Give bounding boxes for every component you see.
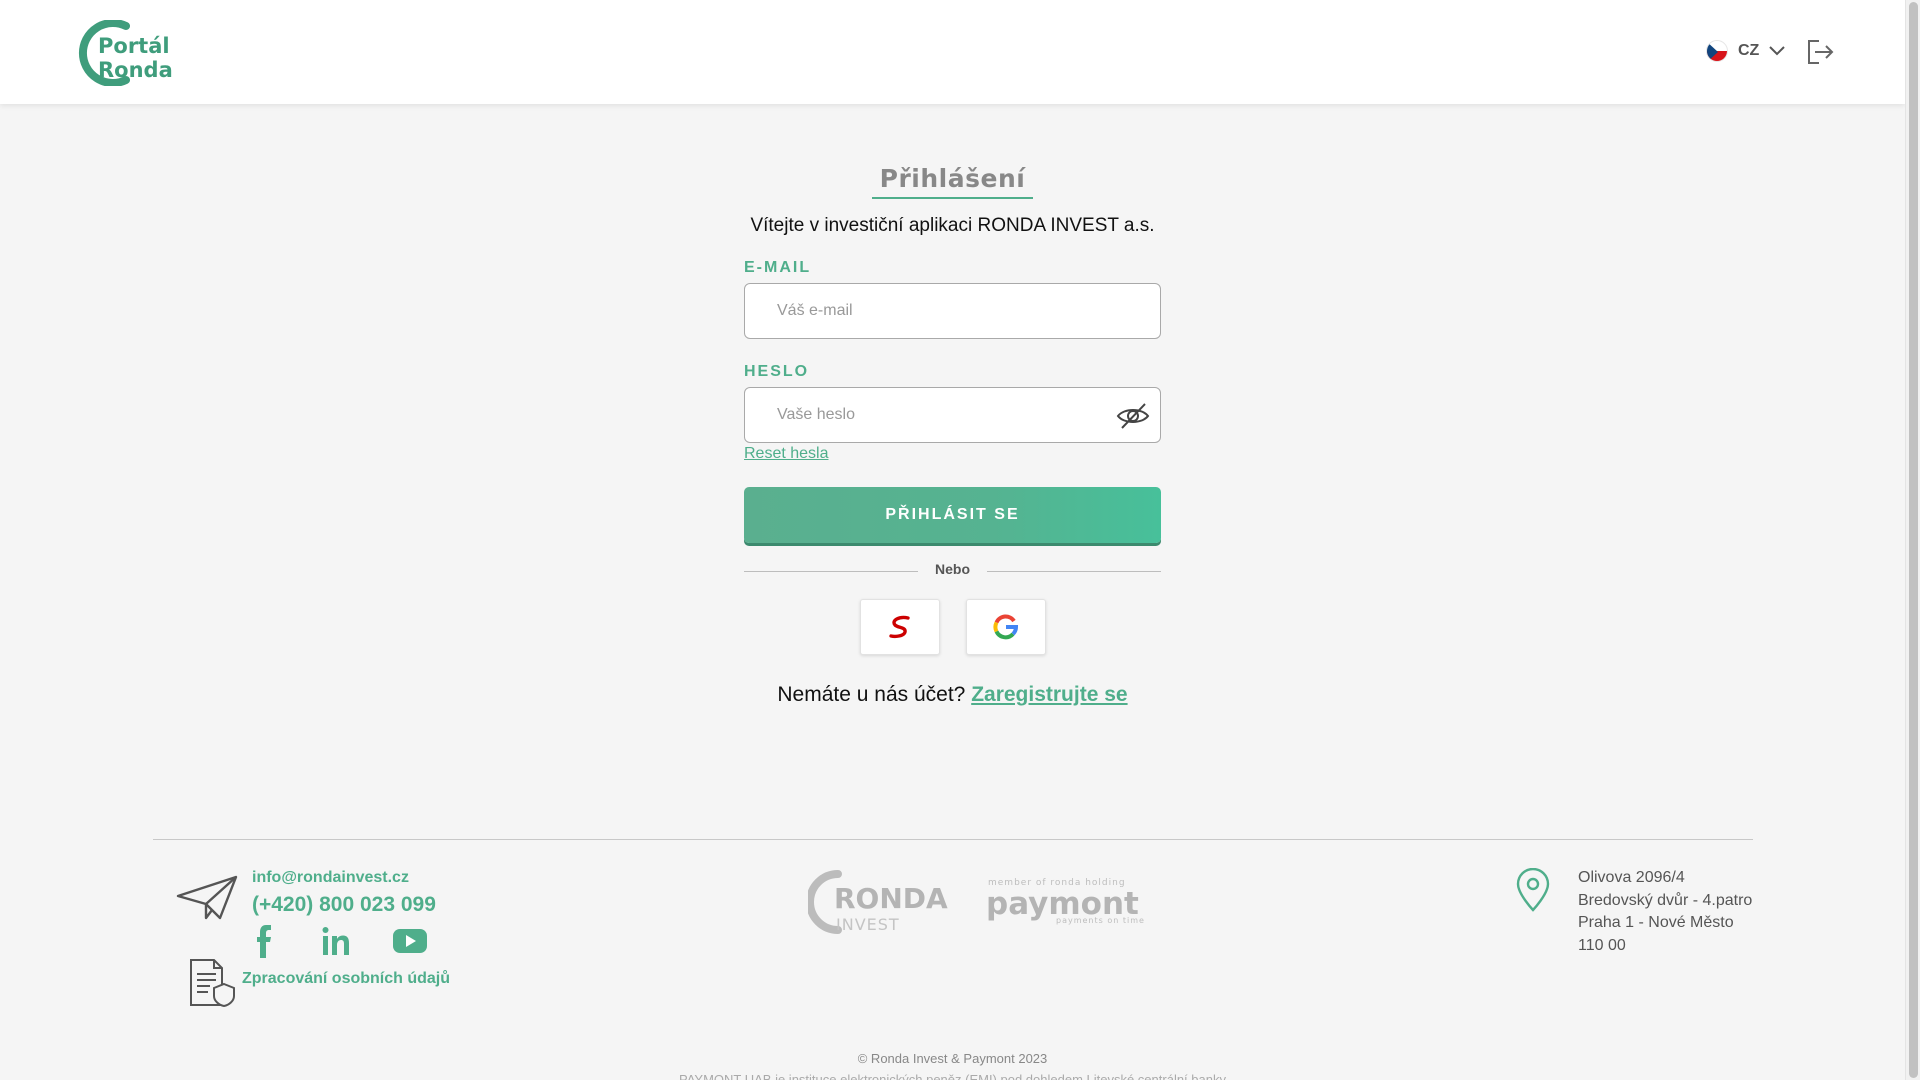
gdpr-link[interactable]: Zpracování osobních údajů [242, 970, 450, 988]
toggle-password-visibility-button[interactable] [1116, 399, 1150, 433]
register-prompt: Nemáte u nás účet? Zaregistrujte se [744, 683, 1161, 707]
copyright-text: © Ronda Invest & Paymont 2023 [857, 1051, 1048, 1066]
location-pin-icon [1516, 868, 1550, 912]
youtube-icon[interactable] [392, 924, 428, 958]
address-line4: 110 00 [1578, 936, 1626, 954]
page-title: Přihlášení [871, 160, 1034, 199]
paymont-logo: member of ronda holding paymont payments… [986, 878, 1144, 925]
logo-line1: Portál [98, 34, 170, 58]
vertical-scrollbar[interactable] [1905, 0, 1920, 1080]
password-field[interactable] [745, 388, 1085, 442]
or-divider: Nebo [744, 559, 1161, 579]
logo-line2: Ronda [98, 58, 173, 82]
scrollbar-thumb[interactable] [1909, 2, 1918, 1078]
logout-icon [1808, 40, 1834, 64]
paymont-logo-subline: payments on time [1056, 916, 1144, 925]
seznam-login-button[interactable] [859, 599, 940, 655]
czech-flag-icon [1706, 40, 1728, 62]
google-icon [992, 614, 1018, 640]
password-label: HESLO [744, 363, 810, 380]
address-line3: Praha 1 - Nové Město [1578, 914, 1734, 931]
email-field-box [744, 283, 1161, 339]
seznam-icon [888, 615, 910, 639]
reset-password-link[interactable]: Reset hesla [744, 445, 829, 463]
address-line1: Olivova 2096/4 [1578, 869, 1685, 886]
email-label: E-MAIL [744, 259, 812, 276]
ronda-invest-logo: RONDA INVEST [808, 870, 948, 934]
eye-slash-icon [1116, 403, 1150, 429]
email-field[interactable] [745, 284, 1085, 338]
page: Portál Ronda CZ Přihlášení Vítejte v inv… [0, 0, 1905, 1080]
or-divider-text: Nebo [935, 561, 970, 577]
ronda-logo-subname: INVEST [836, 915, 900, 934]
linkedin-icon[interactable] [322, 924, 350, 958]
facebook-icon[interactable] [256, 924, 272, 958]
chevron-down-icon [1769, 46, 1786, 56]
top-header: Portál Ronda CZ [0, 0, 1905, 104]
logo-text: Portál Ronda [98, 34, 173, 82]
register-link[interactable]: Zaregistrujte se [971, 683, 1127, 706]
portal-ronda-logo[interactable]: Portál Ronda [68, 19, 173, 87]
language-label: CZ [1738, 42, 1760, 59]
register-question: Nemáte u nás účet? [777, 683, 966, 706]
legal-note: PAYMONT UAB je instituce elektronických … [0, 1073, 1905, 1080]
password-field-box [744, 387, 1161, 443]
footer-phone-link[interactable]: (+420) 800 023 099 [252, 893, 436, 917]
footer-divider [153, 839, 1753, 840]
document-shield-icon [190, 959, 235, 1008]
address-line2: Bredovský dvůr - 4.patro [1578, 891, 1753, 909]
google-login-button[interactable] [965, 599, 1046, 655]
footer-address: Olivova 2096/4 Bredovský dvůr - 4.patro … [1578, 867, 1752, 957]
logout-button[interactable] [1806, 38, 1834, 66]
login-form: Přihlášení Vítejte v investiční aplikaci… [744, 160, 1161, 707]
footer-email-link[interactable]: info@rondainvest.cz [252, 869, 409, 887]
ronda-logo-name: RONDA [834, 882, 948, 915]
login-button[interactable]: PŘIHLÁSIT SE [744, 487, 1161, 543]
paper-plane-icon [176, 875, 238, 920]
welcome-text: Vítejte v investiční aplikaci RONDA INVE… [750, 215, 1155, 236]
language-selector[interactable]: CZ [1706, 40, 1786, 62]
social-login-buttons [744, 599, 1161, 655]
